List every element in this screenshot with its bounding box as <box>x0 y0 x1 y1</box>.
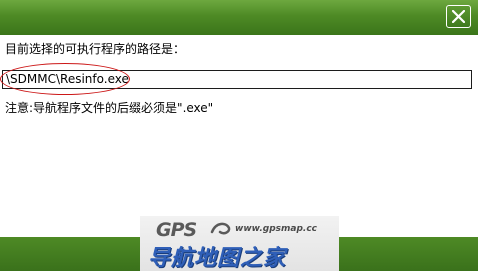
extension-note: 注意:导航程序文件的后缀必须是".exe" <box>5 101 214 115</box>
watermark-url: www.gpsmap.cc <box>235 224 318 234</box>
watermark-logo: GPS www.gpsmap.cc 导航地图之家 <box>140 216 339 271</box>
highlight-circle-annotation <box>0 63 130 95</box>
path-prompt-label: 目前选择的可执行程序的路径是： <box>5 42 186 56</box>
title-bar <box>0 0 478 35</box>
swirl-icon <box>210 222 231 235</box>
close-button[interactable] <box>446 5 471 28</box>
watermark-gps-text: GPS <box>156 219 197 241</box>
watermark-cn-text: 导航地图之家 <box>148 246 287 271</box>
close-icon <box>452 10 465 23</box>
